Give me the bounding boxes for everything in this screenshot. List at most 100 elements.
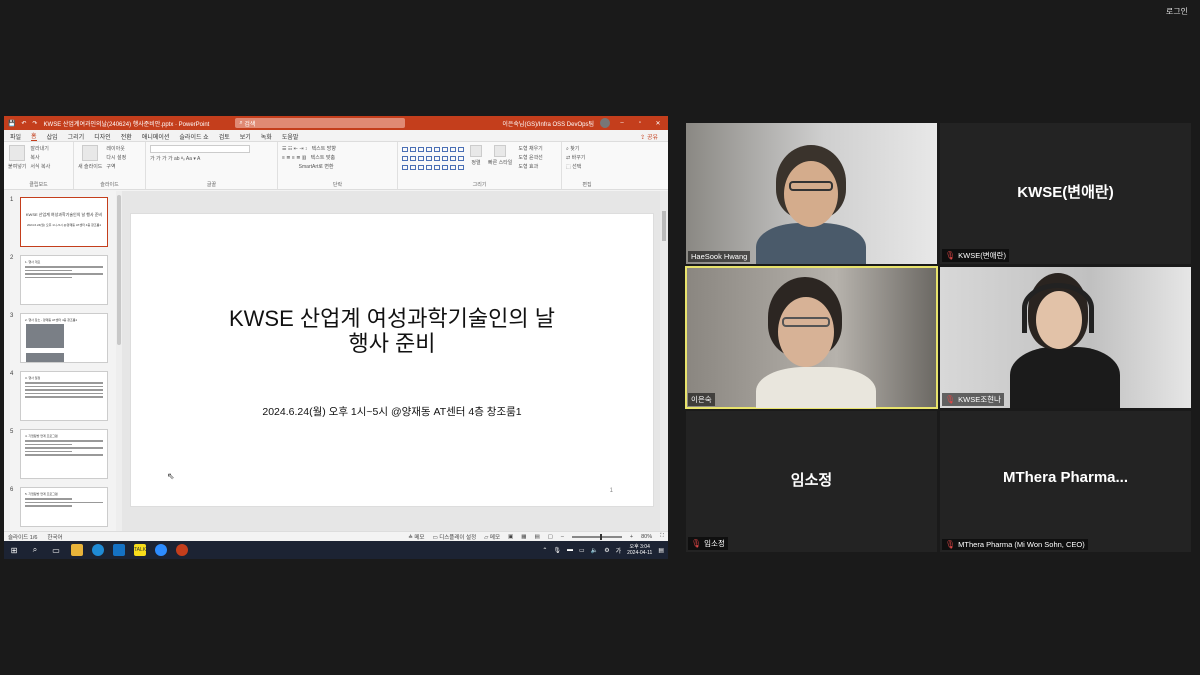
replace-button[interactable]: ⇄ 바꾸기 [566,154,608,163]
share-button[interactable]: ⇪ 공유 [640,132,658,141]
windows-start-icon[interactable]: ⊞ [8,544,20,556]
tab-design[interactable]: 디자인 [94,132,111,141]
slideshow-icon[interactable]: ▢ [548,534,553,540]
tab-help[interactable]: 도움말 [282,132,299,141]
zoom-out-icon[interactable]: – [561,534,564,540]
smartart-button[interactable]: SmartArt로 변환 [282,163,393,172]
tab-draw[interactable]: 그리기 [68,132,85,141]
slide-canvas[interactable]: KWSE 산업계 여성과학기술인의 날 행사 준비 2024.6.24(월) 오… [130,213,654,507]
find-button[interactable]: ⌕ 찾기 [566,145,608,154]
tab-slideshow[interactable]: 슬라이드 쇼 [179,132,208,141]
tab-insert[interactable]: 삽입 [47,132,58,141]
fit-slide-icon[interactable]: ⛶ [660,533,664,540]
tab-animations[interactable]: 애니메이션 [142,132,170,141]
ppt-workarea: 1 KWSE 산업계 여성과학기술인의 날 행사 준비 2024.6.24(월)… [4,191,668,531]
tab-file[interactable]: 파일 [10,132,21,141]
reset-button[interactable]: 다시 설정 [106,154,126,163]
reading-view-icon[interactable]: ▤ [534,534,539,540]
status-bar: 슬라이드 1/6 한국어 ≙ 메모 ▭ 디스플레이 설정 ▱ 메모 ▣ ▦ ▤ … [4,531,668,541]
participant-tile[interactable]: HaeSook Hwang [686,123,937,264]
thumb-sub: 2024.6.24(월) 오후 1시~5시 @양재동 AT센터 4층 창조룸1 [26,223,102,227]
participant-tile[interactable]: KWSE(변애란) 🎙 KWSE(변애란) [940,123,1191,264]
participant-tile-active-speaker[interactable]: 이은숙 [685,266,938,409]
tab-review[interactable]: 검토 [219,132,230,141]
format-painter-button[interactable]: 서식 복사 [30,163,50,172]
thumb-title: 3. 행사 일정 [25,376,41,380]
participant-tile[interactable]: 임소정 🎙 임소정 [686,411,937,552]
thumbnail-scrollbar[interactable] [116,191,122,531]
display-settings-button[interactable]: ▭ 디스플레이 설정 [432,533,476,541]
login-button[interactable]: 로그인 [1166,6,1188,17]
chevron-up-icon[interactable]: ⌃ [542,547,547,554]
font-format-buttons[interactable]: 가 가 가 가 ab ᴬᵥ Aa ▾ A [150,155,273,164]
account-name[interactable]: 이은숙님(GS)/Infra OSS DevOps팀 [502,119,594,128]
shape-effects-button[interactable]: 도형 효과 [518,163,542,172]
edge-icon[interactable] [92,544,104,556]
participant-video [756,223,866,264]
comments-button[interactable]: ▱ 메모 [484,533,500,541]
thumb-preview: 5. 기업탐방 연계 프로그램 [20,487,108,527]
zoom-app-icon[interactable] [155,544,167,556]
tab-transitions[interactable]: 전환 [121,132,132,141]
maximize-icon[interactable]: ▫ [634,120,646,126]
undo-icon[interactable]: ↶ [21,120,26,127]
tab-view[interactable]: 보기 [240,132,251,141]
settings-icon[interactable]: ⚙ [604,547,609,554]
volume-icon[interactable]: 🔈 [591,547,598,554]
paragraph-group: ☰ ☷ ⇤ ⇥ ↕ 텍스트 방향 ≡ ≣ ≡ ≣ ▥ 텍스트 맞춤 SmartA… [278,142,398,189]
language[interactable]: 한국어 [47,533,62,541]
participant-tile[interactable]: MThera Pharma... 🎙 MThera Pharma (Mi Won … [940,411,1191,552]
zoom-in-icon[interactable]: + [630,534,633,540]
participant-display-name: 임소정 [790,472,833,489]
cut-button[interactable]: 잘라내기 [30,145,50,154]
microphone-icon[interactable]: 🎙 [553,547,561,554]
paste-button[interactable]: 붙여넣기 [8,145,26,172]
font-name-select[interactable] [150,145,250,153]
redo-icon[interactable]: ↷ [33,120,38,127]
search-icon[interactable]: ⌕ [29,544,41,556]
participant-video [756,367,876,408]
arrange-button[interactable]: 정렬 [470,145,482,172]
outlook-icon[interactable] [113,544,125,556]
select-button[interactable]: ⬚ 선택 [566,163,608,172]
tab-home[interactable]: 홈 [31,131,37,141]
notes-button[interactable]: ≙ 메모 [408,533,424,541]
minimize-icon[interactable]: – [616,120,628,126]
layout-button[interactable]: 레이아웃 [106,145,126,154]
participant-video [1010,347,1120,408]
zoom-slider[interactable] [571,533,622,540]
section-button[interactable]: 구역 [106,163,126,172]
sorter-view-icon[interactable]: ▦ [521,534,526,540]
task-view-icon[interactable]: ▭ [50,544,62,556]
quick-styles-button[interactable]: 빠른 스타일 [488,145,512,172]
copy-button[interactable]: 복사 [30,154,50,163]
participant-tile[interactable]: 🎙 KWSE조현나 [940,267,1191,408]
kakaotalk-icon[interactable]: TALK [134,544,146,556]
close-icon[interactable]: ✕ [652,120,664,127]
clock[interactable]: 오후 3:04 2024-04-11 [627,544,652,556]
notification-icon[interactable]: ▤ [658,547,664,554]
slide-title[interactable]: KWSE 산업계 여성과학기술인의 날 행사 준비 [131,306,653,356]
mouse-cursor-icon: ⇖ [167,471,175,481]
slide-subtitle[interactable]: 2024.6.24(월) 오후 1시~5시 @양재동 AT센터 4층 창조룸1 [131,404,653,419]
align-buttons[interactable]: ≡ ≣ ≡ ≣ ▥ 텍스트 맞춤 [282,154,393,163]
save-icon[interactable]: 💾 [8,120,15,127]
network-icon[interactable]: ▭ [579,547,585,554]
normal-view-icon[interactable]: ▣ [508,534,513,540]
ime-indicator[interactable]: 가 [616,546,622,555]
slide-scrollbar[interactable] [660,191,668,531]
file-explorer-icon[interactable] [71,544,83,556]
thumb-title: KWSE 산업계 여성과학기술인의 날 행사 준비 [25,212,103,217]
powerpoint-icon[interactable] [176,544,188,556]
shape-fill-button[interactable]: 도형 채우기 [518,145,542,154]
search-input[interactable]: ⌕ 검색 [235,118,406,128]
shapes-gallery[interactable] [402,147,464,172]
avatar[interactable] [600,118,610,128]
tab-record[interactable]: 녹화 [261,132,272,141]
new-slide-button[interactable]: 새 슬라이드 [78,145,102,172]
shape-outline-button[interactable]: 도형 윤곽선 [518,154,542,163]
list-buttons[interactable]: ☰ ☷ ⇤ ⇥ ↕ 텍스트 방향 [282,145,393,154]
slide-thumbnails: 1 KWSE 산업계 여성과학기술인의 날 행사 준비 2024.6.24(월)… [4,191,122,531]
zoom-level[interactable]: 80% [641,534,652,540]
battery-icon[interactable]: ▬ [567,547,573,553]
